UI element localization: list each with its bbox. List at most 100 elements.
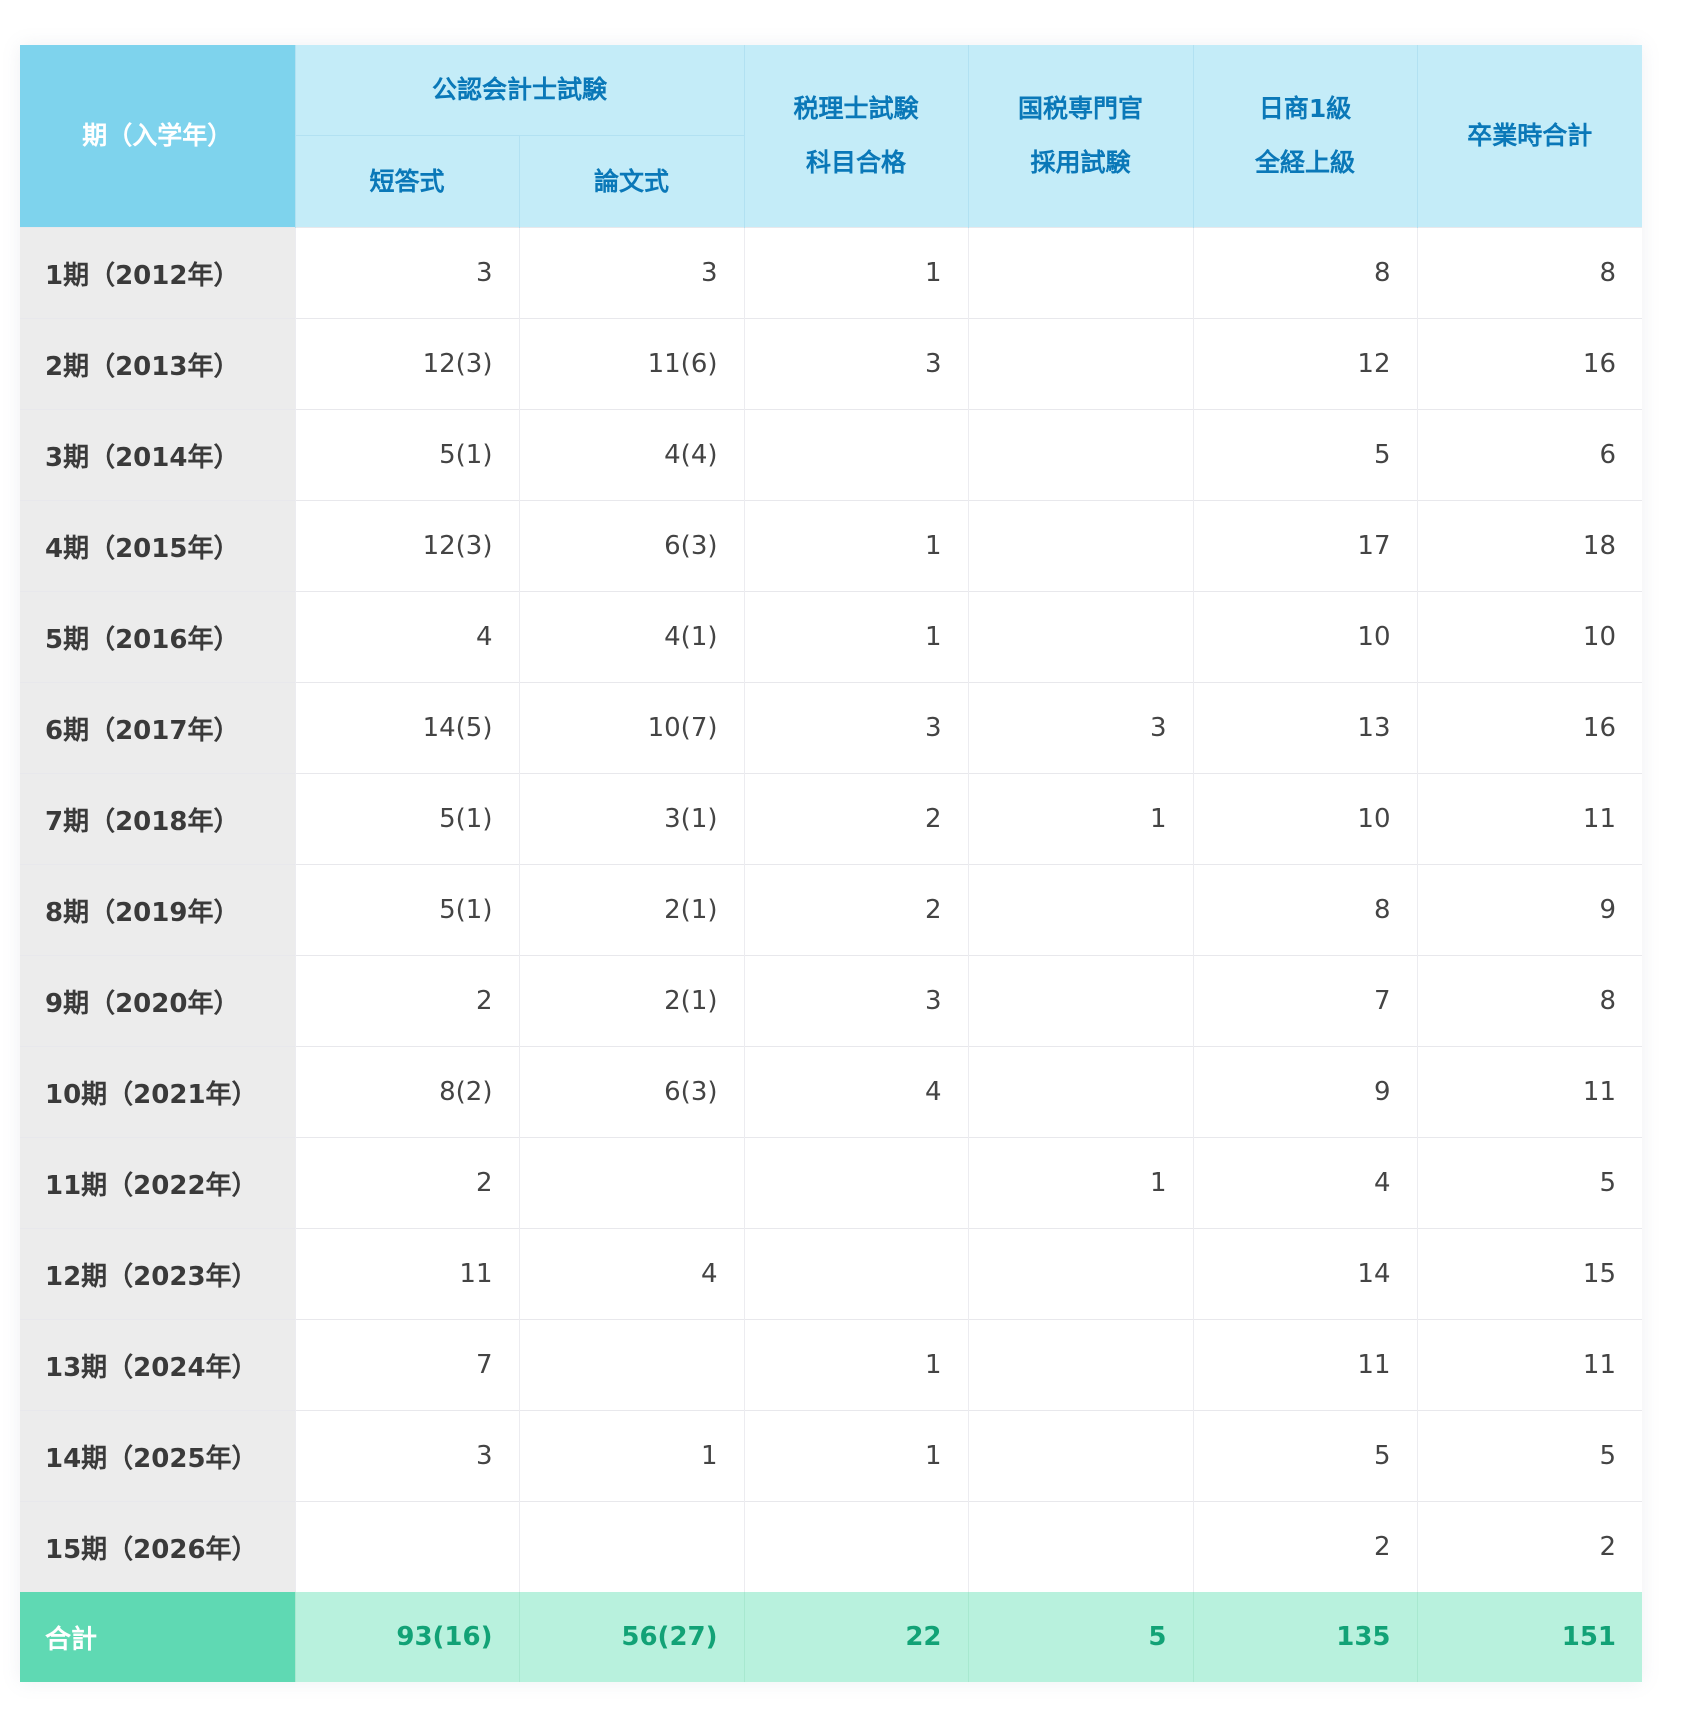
cell-ntax — [967, 955, 1194, 1047]
cell-cpa-essay: 6(3) — [518, 1046, 745, 1138]
cell-tax: 3 — [743, 318, 969, 410]
cell-cpa-essay: 4 — [518, 1228, 745, 1320]
row-label: 14期（2025年） — [20, 1410, 295, 1502]
table-row: 13期（2024年） 7 1 11 11 — [20, 1319, 1643, 1411]
cell-tax — [743, 409, 969, 501]
cell-graduation-total: 15 — [1416, 1228, 1643, 1320]
cell-tax — [743, 1501, 969, 1592]
results-table-container: 期（入学年） 公認会計士試験 税理士試験 科目合格 国税専門官 採用試験 日商1… — [20, 45, 1643, 1682]
row-label: 7期（2018年） — [20, 773, 295, 865]
cell-ntax — [967, 1501, 1194, 1592]
cell-nissho: 5 — [1192, 1410, 1418, 1502]
header-tax-line1: 税理士試験 — [793, 94, 919, 123]
table-row: 6期（2017年） 14(5) 10(7) 3 3 13 16 — [20, 682, 1643, 774]
row-label: 2期（2013年） — [20, 318, 295, 410]
cell-cpa-short: 2 — [294, 955, 519, 1047]
cell-cpa-essay: 2(1) — [518, 864, 745, 956]
cell-ntax — [967, 1319, 1194, 1411]
cell-graduation-total: 11 — [1416, 1046, 1643, 1138]
cell-nissho: 11 — [1192, 1319, 1418, 1411]
cell-tax: 1 — [743, 227, 969, 319]
header-national-tax: 国税専門官 採用試験 — [967, 45, 1194, 228]
cell-tax: 4 — [743, 1046, 969, 1138]
cell-graduation-total: 16 — [1416, 682, 1643, 774]
cell-ntax — [967, 1228, 1194, 1320]
cell-tax: 2 — [743, 864, 969, 956]
cell-ntax — [967, 500, 1194, 592]
header-graduation-total: 卒業時合計 — [1416, 45, 1643, 228]
row-label: 5期（2016年） — [20, 591, 295, 683]
header-cpa-short: 短答式 — [294, 135, 519, 228]
cell-nissho: 10 — [1192, 591, 1418, 683]
cell-tax: 1 — [743, 500, 969, 592]
row-label: 10期（2021年） — [20, 1046, 295, 1138]
cell-cpa-short: 11 — [294, 1228, 519, 1320]
row-label: 6期（2017年） — [20, 682, 295, 774]
header-ntax-line1: 国税専門官 — [1018, 94, 1144, 123]
table-row: 10期（2021年） 8(2) 6(3) 4 9 11 — [20, 1046, 1643, 1138]
cell-nissho: 14 — [1192, 1228, 1418, 1320]
cell-ntax — [967, 1046, 1194, 1138]
header-period: 期（入学年） — [20, 45, 295, 228]
cell-graduation-total: 9 — [1416, 864, 1643, 956]
cell-cpa-essay: 10(7) — [518, 682, 745, 774]
total-tax: 22 — [743, 1592, 969, 1682]
cell-cpa-essay: 3 — [518, 227, 745, 319]
cell-ntax — [967, 409, 1194, 501]
cell-nissho: 4 — [1192, 1137, 1418, 1229]
table-row: 4期（2015年） 12(3) 6(3) 1 17 18 — [20, 500, 1643, 592]
cell-cpa-short: 8(2) — [294, 1046, 519, 1138]
exam-results-table: 期（入学年） 公認会計士試験 税理士試験 科目合格 国税専門官 採用試験 日商1… — [20, 45, 1643, 1682]
header-tax-accountant: 税理士試験 科目合格 — [743, 45, 969, 228]
cell-nissho: 9 — [1192, 1046, 1418, 1138]
cell-ntax — [967, 591, 1194, 683]
total-cpa-short: 93(16) — [294, 1592, 519, 1682]
cell-cpa-essay: 4(4) — [518, 409, 745, 501]
row-label: 3期（2014年） — [20, 409, 295, 501]
cell-graduation-total: 6 — [1416, 409, 1643, 501]
cell-ntax — [967, 227, 1194, 319]
header-ntax-line2: 採用試験 — [1030, 148, 1131, 177]
header-tax-line2: 科目合格 — [806, 148, 907, 177]
header-nissho-line1: 日商1級 — [1258, 94, 1352, 123]
cell-cpa-essay — [518, 1319, 745, 1411]
cell-cpa-short: 5(1) — [294, 409, 519, 501]
cell-graduation-total: 11 — [1416, 773, 1643, 865]
cell-tax: 3 — [743, 955, 969, 1047]
table-row: 7期（2018年） 5(1) 3(1) 2 1 10 11 — [20, 773, 1643, 865]
cell-cpa-essay: 6(3) — [518, 500, 745, 592]
cell-nissho: 2 — [1192, 1501, 1418, 1592]
table-row: 5期（2016年） 4 4(1) 1 10 10 — [20, 591, 1643, 683]
row-label: 15期（2026年） — [20, 1501, 295, 1592]
cell-cpa-short: 12(3) — [294, 318, 519, 410]
row-label: 9期（2020年） — [20, 955, 295, 1047]
header-cpa-group: 公認会計士試験 — [294, 45, 745, 136]
cell-ntax: 3 — [967, 682, 1194, 774]
cell-ntax — [967, 864, 1194, 956]
table-row: 8期（2019年） 5(1) 2(1) 2 8 9 — [20, 864, 1643, 956]
table-row: 2期（2013年） 12(3) 11(6) 3 12 16 — [20, 318, 1643, 410]
row-label: 1期（2012年） — [20, 227, 295, 319]
table-body: 1期（2012年） 3 3 1 8 8 2期（2013年） 12(3) 11(6) 3 12 16 3期… — [20, 227, 1643, 1592]
cell-ntax: 1 — [967, 773, 1194, 865]
cell-graduation-total: 11 — [1416, 1319, 1643, 1411]
table-row: 9期（2020年） 2 2(1) 3 7 8 — [20, 955, 1643, 1047]
row-label: 8期（2019年） — [20, 864, 295, 956]
cell-graduation-total: 5 — [1416, 1410, 1643, 1502]
cell-cpa-essay: 4(1) — [518, 591, 745, 683]
cell-graduation-total: 8 — [1416, 227, 1643, 319]
header-cpa-essay: 論文式 — [518, 135, 745, 228]
cell-tax: 1 — [743, 1410, 969, 1502]
table-row: 1期（2012年） 3 3 1 8 8 — [20, 227, 1643, 319]
cell-nissho: 12 — [1192, 318, 1418, 410]
cell-tax — [743, 1137, 969, 1229]
cell-cpa-short: 3 — [294, 1410, 519, 1502]
cell-nissho: 7 — [1192, 955, 1418, 1047]
cell-ntax — [967, 318, 1194, 410]
header-row-top: 期（入学年） 公認会計士試験 税理士試験 科目合格 国税専門官 採用試験 日商1… — [20, 45, 1643, 228]
cell-graduation-total: 16 — [1416, 318, 1643, 410]
cell-nissho: 17 — [1192, 500, 1418, 592]
row-label: 13期（2024年） — [20, 1319, 295, 1411]
row-label: 12期（2023年） — [20, 1228, 295, 1320]
cell-nissho: 5 — [1192, 409, 1418, 501]
